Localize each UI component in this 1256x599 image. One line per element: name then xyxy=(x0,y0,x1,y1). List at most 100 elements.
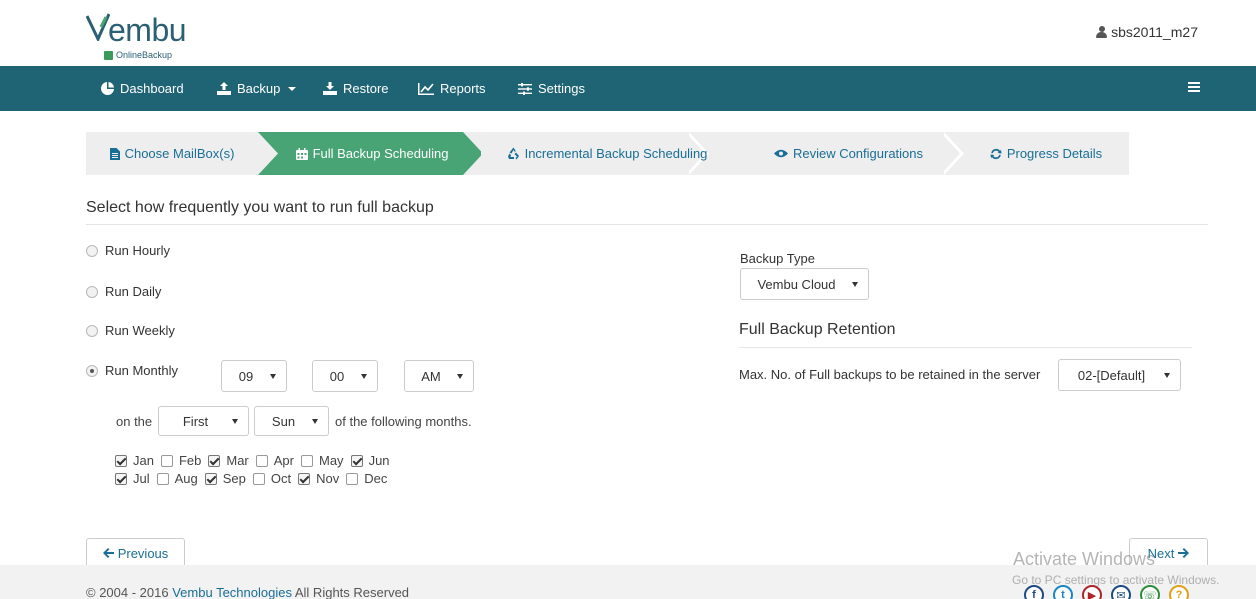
step-review-configurations[interactable]: Review Configurations xyxy=(746,132,951,175)
calendar-icon xyxy=(295,147,308,160)
company-link[interactable]: Vembu Technologies xyxy=(172,585,292,599)
nav-backup-label: Backup xyxy=(237,81,281,96)
month-dec[interactable]: Dec xyxy=(346,471,387,486)
help-icon[interactable]: ? xyxy=(1169,585,1189,599)
schedule-heading: Select how frequently you want to run fu… xyxy=(86,199,434,216)
chevron-down-icon xyxy=(232,418,238,424)
ampm-select[interactable]: AM xyxy=(404,360,474,392)
retention-select[interactable]: 02-[Default] xyxy=(1058,359,1181,391)
email-icon[interactable]: ✉ xyxy=(1111,585,1131,599)
checkbox-jun[interactable] xyxy=(350,454,363,467)
option-label: Run Monthly xyxy=(105,363,178,378)
month-feb[interactable]: Feb xyxy=(160,453,202,468)
user-menu[interactable]: sbs2011_m27 xyxy=(1096,24,1198,40)
minute-select[interactable]: 00 xyxy=(312,360,378,392)
vembu-logo[interactable]: embu OnlineBackup xyxy=(86,12,216,62)
option-run-weekly[interactable]: Run Weekly xyxy=(86,323,175,338)
month-jul[interactable]: Jul xyxy=(115,471,150,486)
step-choose-mailbox[interactable]: Choose MailBox(s) xyxy=(86,132,258,175)
month-label: Feb xyxy=(178,453,202,468)
activate-windows-hint: Go to PC settings to activate Windows. xyxy=(1012,573,1220,587)
checkbox-jul[interactable] xyxy=(115,472,127,485)
month-aug[interactable]: Aug xyxy=(156,471,198,486)
month-mar[interactable]: Mar xyxy=(208,453,249,468)
following-months-label: of the following months. xyxy=(335,414,472,429)
checkbox-oct[interactable] xyxy=(252,472,265,485)
on-the-label: on the xyxy=(116,414,153,429)
radio-run-hourly[interactable] xyxy=(86,244,98,257)
hour-select[interactable]: 09 xyxy=(221,360,287,392)
checkbox-apr[interactable] xyxy=(255,454,268,467)
radio-run-weekly[interactable] xyxy=(86,324,98,337)
months-row-2: Jul Aug Sep Oct Nov Dec xyxy=(115,471,394,486)
chevron-down-icon xyxy=(288,86,297,91)
chevron-down-icon xyxy=(1164,372,1170,378)
month-apr[interactable]: Apr xyxy=(255,453,294,468)
step-incremental-backup-scheduling[interactable]: Incremental Backup Scheduling xyxy=(497,132,717,175)
checkbox-mar[interactable] xyxy=(208,454,221,467)
checkbox-jan[interactable] xyxy=(115,454,127,467)
backup-type-label: Backup Type xyxy=(740,251,815,266)
nav-restore[interactable]: Restore xyxy=(323,66,389,111)
checkbox-feb[interactable] xyxy=(160,454,173,467)
nav-backup[interactable]: Backup xyxy=(217,66,297,111)
month-label: Apr xyxy=(273,453,294,468)
checkbox-dec[interactable] xyxy=(346,472,359,485)
step-full-backup-scheduling[interactable]: Full Backup Scheduling xyxy=(272,132,472,175)
day-select[interactable]: Sun xyxy=(254,406,329,436)
nav-dashboard-label: Dashboard xyxy=(120,81,184,96)
facebook-icon[interactable]: f xyxy=(1024,585,1044,599)
eye-icon xyxy=(773,149,788,158)
radio-run-daily[interactable] xyxy=(86,285,98,298)
youtube-icon[interactable]: ▶ xyxy=(1082,585,1102,599)
copyright-suffix: All Rights Reserved xyxy=(294,585,410,599)
step-review-configurations-label: Review Configurations xyxy=(792,146,924,161)
wizard-steps: Choose MailBox(s) Full Backup Scheduling… xyxy=(86,132,1129,175)
refresh-icon xyxy=(990,148,1002,159)
option-run-daily[interactable]: Run Daily xyxy=(86,284,161,299)
copyright: © 2004 - 2016 Vembu Technologies All Rig… xyxy=(86,585,409,599)
copyright-prefix: © 2004 - 2016 xyxy=(86,585,169,599)
month-jan[interactable]: Jan xyxy=(115,453,154,468)
checkbox-nov[interactable] xyxy=(298,472,311,485)
recycle-icon xyxy=(507,147,519,160)
logo-wordmark: embu xyxy=(108,12,187,48)
download-icon xyxy=(323,82,337,95)
chart-icon xyxy=(418,82,434,95)
logo-v-mark xyxy=(86,13,110,41)
hour-value: 09 xyxy=(238,368,254,384)
chevron-down-icon xyxy=(312,418,318,424)
option-label: Run Hourly xyxy=(105,243,171,258)
month-nov[interactable]: Nov xyxy=(298,471,339,486)
ampm-value: AM xyxy=(421,368,441,384)
previous-button[interactable]: Previous xyxy=(86,538,185,568)
step-full-backup-scheduling-label: Full Backup Scheduling xyxy=(312,146,449,161)
step-progress-details-label: Progress Details xyxy=(1006,146,1103,161)
month-label: Jul xyxy=(133,471,150,486)
step-progress-details[interactable]: Progress Details xyxy=(966,132,1126,175)
month-oct[interactable]: Oct xyxy=(252,471,291,486)
option-label: Run Weekly xyxy=(105,323,175,338)
phone-icon[interactable]: ☏ xyxy=(1140,585,1160,599)
nav-reports[interactable]: Reports xyxy=(418,66,486,111)
retention-heading: Full Backup Retention xyxy=(739,321,896,338)
arrow-right-icon xyxy=(1178,548,1190,558)
option-run-monthly[interactable]: Run Monthly xyxy=(86,363,178,378)
month-jun[interactable]: Jun xyxy=(350,453,390,468)
nav-settings[interactable]: Settings xyxy=(518,66,585,111)
option-run-hourly[interactable]: Run Hourly xyxy=(86,243,170,258)
checkbox-aug[interactable] xyxy=(156,472,169,485)
week-value: First xyxy=(182,413,209,429)
twitter-icon[interactable]: t xyxy=(1053,585,1073,599)
hamburger-icon[interactable] xyxy=(1188,82,1200,92)
nav-dashboard[interactable]: Dashboard xyxy=(101,66,184,111)
step-choose-mailbox-label: Choose MailBox(s) xyxy=(124,146,235,161)
week-select[interactable]: First xyxy=(158,406,249,436)
backup-type-select[interactable]: Vembu Cloud xyxy=(740,268,869,300)
checkbox-sep[interactable] xyxy=(204,472,217,485)
checkbox-may[interactable] xyxy=(301,454,313,467)
section-divider xyxy=(86,224,1208,225)
month-may[interactable]: May xyxy=(301,453,344,468)
radio-run-monthly[interactable] xyxy=(86,364,98,377)
month-sep[interactable]: Sep xyxy=(204,471,246,486)
